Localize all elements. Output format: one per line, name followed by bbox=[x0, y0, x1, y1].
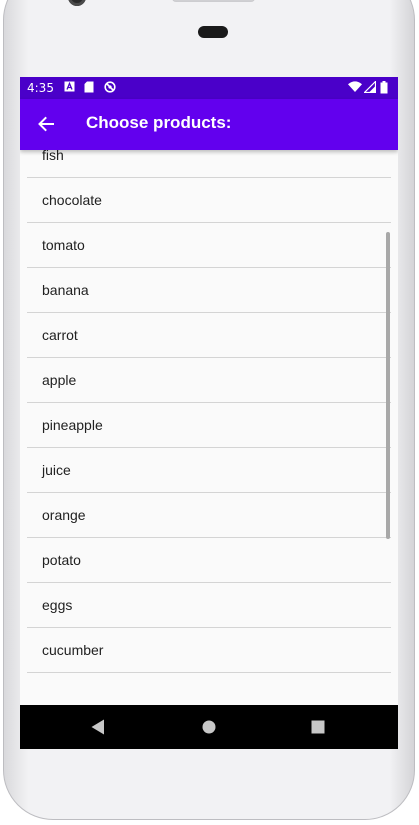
wifi-icon bbox=[348, 81, 362, 94]
list-item-label: juice bbox=[42, 462, 71, 478]
no-sync-icon bbox=[104, 81, 116, 94]
list-item-label: apple bbox=[42, 372, 77, 388]
list-item-label: eggs bbox=[42, 597, 73, 613]
nav-back-button[interactable] bbox=[87, 716, 109, 738]
status-icons-right bbox=[348, 80, 392, 94]
list-item[interactable]: apple bbox=[27, 358, 391, 403]
list-item-label: chocolate bbox=[42, 192, 102, 208]
device-frame: 4:35 Choose products: fish chocolate tom… bbox=[0, 0, 419, 825]
list-item-label: potato bbox=[42, 552, 81, 568]
list-item[interactable]: chocolate bbox=[27, 178, 391, 223]
list-item[interactable]: cucumber bbox=[27, 628, 391, 673]
app-bar: Choose products: bbox=[20, 99, 398, 150]
list-item[interactable]: banana bbox=[27, 268, 391, 313]
a-notification-icon bbox=[64, 81, 76, 94]
list-item-label: fish bbox=[42, 150, 64, 163]
list-item[interactable]: carrot bbox=[27, 313, 391, 358]
nav-home-button[interactable] bbox=[198, 716, 220, 738]
nav-home-icon bbox=[202, 720, 216, 734]
status-time: 4:35 bbox=[27, 81, 54, 95]
list-item-label: orange bbox=[42, 507, 86, 523]
status-bar: 4:35 bbox=[20, 77, 398, 99]
back-button[interactable] bbox=[28, 106, 64, 142]
nav-recents-button[interactable] bbox=[307, 716, 329, 738]
arrow-back-icon bbox=[38, 116, 54, 132]
status-icons-left bbox=[64, 81, 116, 94]
list-item-label: banana bbox=[42, 282, 89, 298]
list-item-label: pineapple bbox=[42, 417, 103, 433]
list-item[interactable]: potato bbox=[27, 538, 391, 583]
list-scrollbar[interactable] bbox=[386, 232, 390, 539]
list-item[interactable]: orange bbox=[27, 493, 391, 538]
list-item[interactable]: fish bbox=[27, 150, 391, 178]
list-item[interactable]: tomato bbox=[27, 223, 391, 268]
speaker-grille bbox=[172, 0, 255, 2]
navigation-bar bbox=[20, 705, 398, 749]
list-item-label: tomato bbox=[42, 237, 85, 253]
earpiece bbox=[198, 26, 228, 38]
list-item[interactable]: juice bbox=[27, 448, 391, 493]
cell-signal-icon bbox=[363, 80, 377, 94]
page-title: Choose products: bbox=[86, 113, 232, 132]
front-camera bbox=[68, 0, 86, 6]
nav-back-icon bbox=[91, 719, 104, 735]
screen: 4:35 Choose products: fish chocolate tom… bbox=[20, 77, 398, 749]
list-item-label: cucumber bbox=[42, 642, 104, 658]
list-item[interactable]: pineapple bbox=[27, 403, 391, 448]
product-list-content: fish chocolate tomato banana carrot appl… bbox=[20, 150, 398, 673]
list-item-label: carrot bbox=[42, 327, 78, 343]
product-list[interactable]: fish chocolate tomato banana carrot appl… bbox=[20, 150, 398, 705]
battery-icon bbox=[380, 81, 392, 94]
list-item[interactable]: eggs bbox=[27, 583, 391, 628]
sd-card-icon bbox=[84, 81, 96, 94]
nav-recents-icon bbox=[311, 720, 325, 734]
